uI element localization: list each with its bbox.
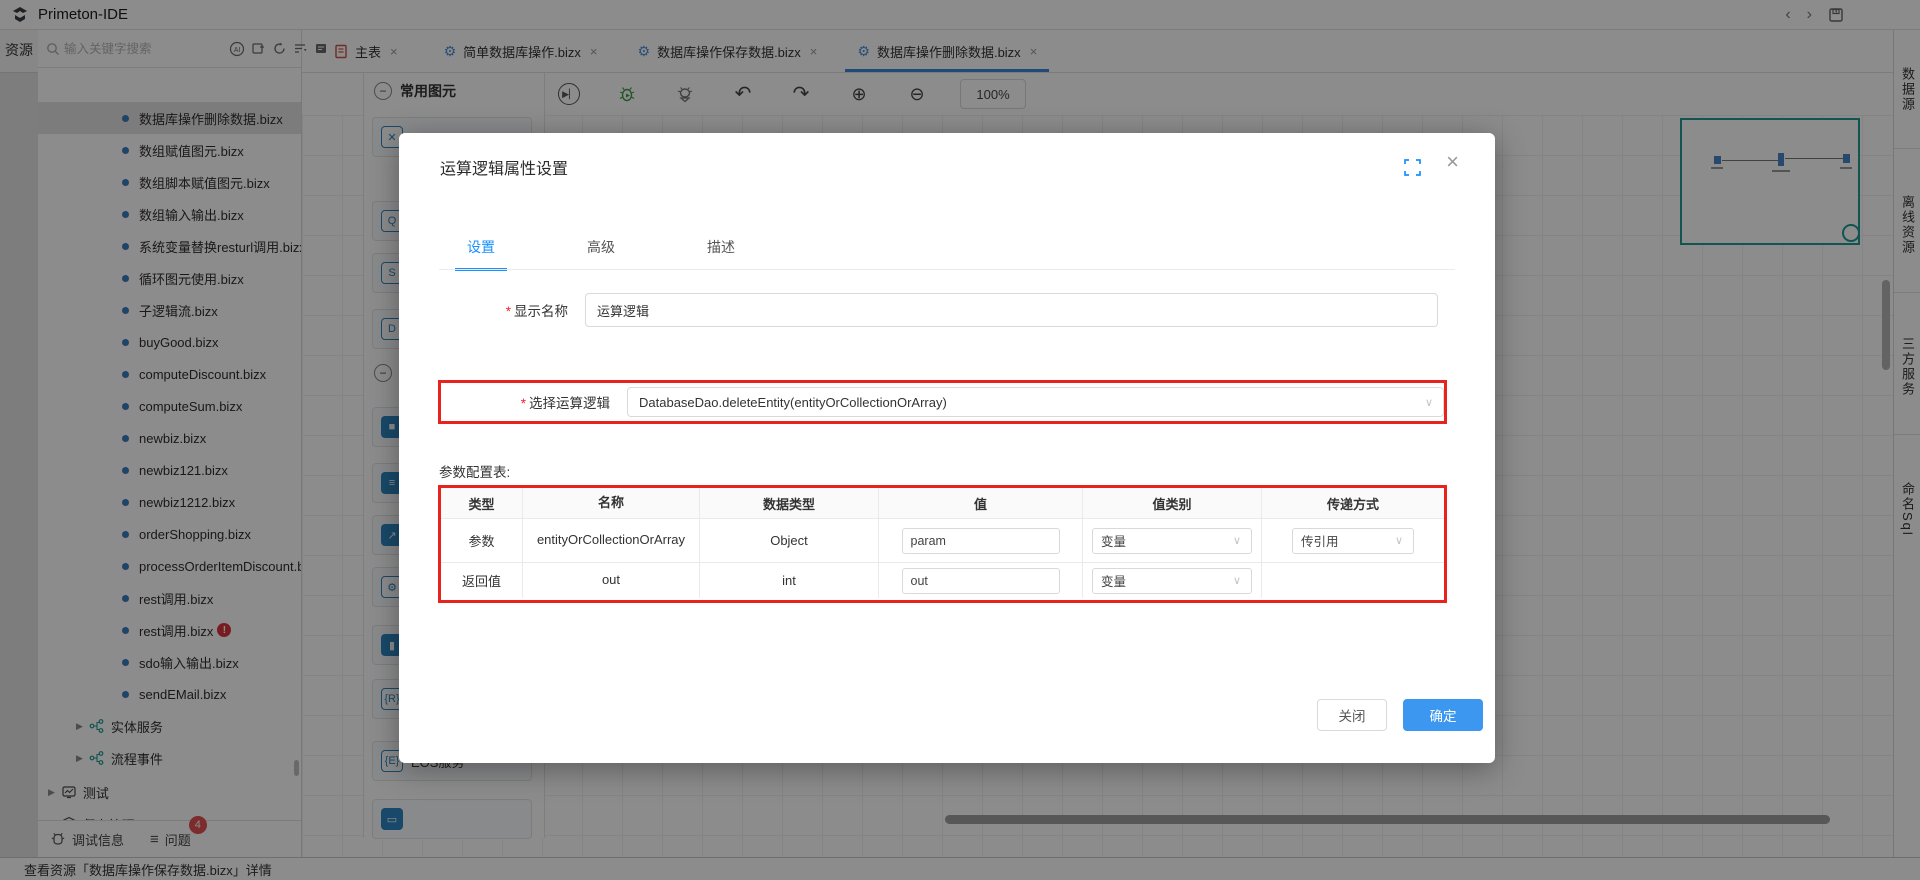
logic-properties-dialog: 运算逻辑属性设置 × 设置 高级 描述 *显示名称 *选择运算逻辑 Databa…: [399, 133, 1495, 763]
param-table: 类型 名称 数据类型 值 值类别 传递方式 参数 entityOrCollect…: [441, 488, 1444, 598]
required-mark: *: [506, 304, 511, 319]
display-name-row: *显示名称: [399, 293, 1495, 327]
chevron-down-icon: ∨: [1233, 534, 1241, 547]
param-table-header: 类型 名称 数据类型 值 值类别 传递方式: [441, 488, 1444, 518]
param-table-label: 参数配置表:: [439, 461, 510, 481]
param-type: 返回值: [441, 562, 523, 598]
value-category-select[interactable]: 变量 ∨: [1092, 568, 1252, 594]
col-header: 传递方式: [1262, 488, 1444, 518]
fullscreen-icon[interactable]: [1404, 159, 1421, 176]
pass-mode-select[interactable]: 传引用 ∨: [1292, 528, 1414, 554]
col-header: 类型: [441, 488, 523, 518]
param-name: entityOrCollectionOrArray: [523, 518, 700, 562]
param-name: out: [523, 562, 700, 598]
value-category-select[interactable]: 变量 ∨: [1092, 528, 1252, 554]
logic-select-highlight: *选择运算逻辑 DatabaseDao.deleteEntity(entityO…: [438, 380, 1447, 424]
logic-select[interactable]: DatabaseDao.deleteEntity(entityOrCollect…: [627, 387, 1444, 417]
chevron-down-icon: ∨: [1233, 574, 1241, 587]
pass-mode-empty: [1262, 562, 1444, 598]
param-type: 参数: [441, 518, 523, 562]
chevron-down-icon: ∨: [1425, 396, 1433, 409]
col-header: 名称: [523, 488, 700, 518]
logic-select-row: *选择运算逻辑 DatabaseDao.deleteEntity(entityO…: [441, 387, 1444, 417]
primeton-ide-window: Primeton-IDE ‹ › 资源 AI: [0, 0, 1920, 880]
param-value-input[interactable]: [902, 568, 1060, 594]
col-header: 值类别: [1083, 488, 1262, 518]
logic-select-value: DatabaseDao.deleteEntity(entityOrCollect…: [639, 395, 947, 410]
param-value-input[interactable]: [902, 528, 1060, 554]
tab-advanced[interactable]: 高级: [587, 237, 615, 269]
close-button[interactable]: 关闭: [1317, 699, 1387, 731]
chevron-down-icon: ∨: [1395, 534, 1403, 547]
display-name-input[interactable]: [585, 293, 1438, 327]
required-mark: *: [521, 396, 526, 411]
param-data-type: Object: [700, 518, 879, 562]
col-header: 值: [879, 488, 1083, 518]
close-icon[interactable]: ×: [1446, 151, 1459, 173]
tab-description[interactable]: 描述: [707, 237, 735, 269]
dialog-title: 运算逻辑属性设置: [440, 155, 568, 179]
dialog-footer: 关闭 确定: [399, 699, 1495, 737]
param-data-type: int: [700, 562, 879, 598]
col-header: 数据类型: [700, 488, 879, 518]
logic-select-label: 选择运算逻辑: [529, 396, 610, 411]
param-row: 参数 entityOrCollectionOrArray Object 变量 ∨…: [441, 518, 1444, 562]
param-table-highlight: 类型 名称 数据类型 值 值类别 传递方式 参数 entityOrCollect…: [438, 485, 1447, 603]
tabs-divider: [439, 269, 1455, 270]
display-name-label: 显示名称: [514, 304, 568, 319]
ok-button[interactable]: 确定: [1403, 699, 1483, 731]
dialog-tabs: 设置 高级 描述: [467, 237, 735, 269]
tab-settings[interactable]: 设置: [467, 237, 495, 269]
param-row: 返回值 out int 变量 ∨: [441, 562, 1444, 598]
